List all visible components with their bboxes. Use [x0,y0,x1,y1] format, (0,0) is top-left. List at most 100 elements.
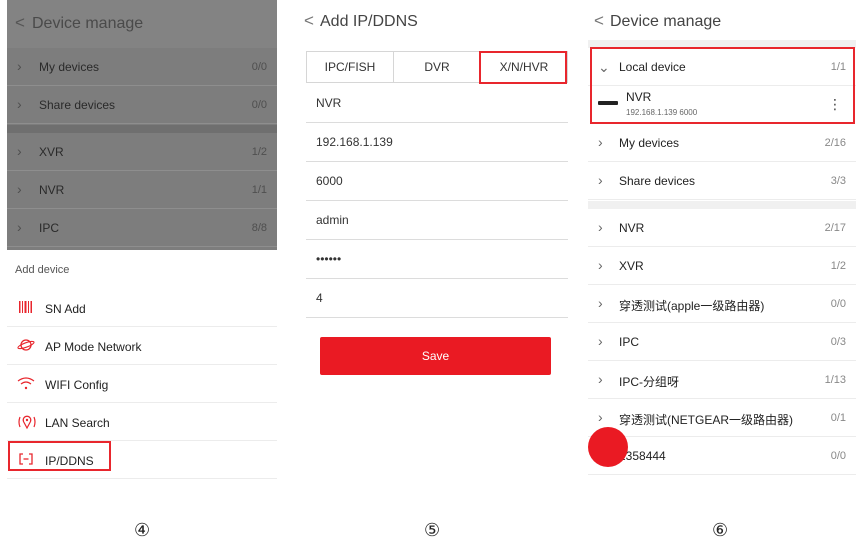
wifi-icon [17,376,35,392]
sn-add-option[interactable]: SN Add [7,289,277,327]
tab-ipc-fish[interactable]: IPC/FISH [307,52,394,82]
option-label: AP Mode Network [45,340,142,354]
chevron-right-icon: › [598,333,603,349]
location-icon [17,414,36,430]
group-count: 1/13 [824,374,846,386]
group-row-penetration-test-netgear[interactable]: › 穿透测试(NETGEAR一级路由器) 0/1 [588,399,856,437]
group-row-share-devices[interactable]: › Share devices 0/0 [7,86,277,124]
group-count: 1/1 [251,184,267,196]
group-label: IPC [39,221,60,235]
group-count: 2/17 [824,222,846,234]
group-count: 2/16 [824,137,846,149]
chevron-right-icon: › [598,219,603,235]
group-label: Share devices [619,174,696,188]
page-title: Add IP/DDNS [320,13,418,30]
planet-icon [17,338,35,354]
group-row-ipc[interactable]: › IPC 0/3 [588,323,856,361]
highlight-box [8,441,111,471]
group-row-ipc-group[interactable]: › IPC-分组呀 1/13 [588,361,856,399]
chevron-right-icon: › [598,134,603,150]
step-caption-5: ⑤ [424,520,441,540]
chevron-right-icon: › [17,96,22,112]
group-count: 0/1 [830,412,846,424]
group-row-penetration-test-apple[interactable]: › 穿透测试(apple一级路由器) 0/0 [588,285,856,323]
back-icon[interactable]: < [594,11,604,31]
step-caption-4: ④ [134,520,151,540]
highlight-box [479,51,567,84]
group-row-share-devices[interactable]: › Share devices 3/3 [588,162,856,200]
channel-count-field[interactable]: 4 [306,279,568,318]
chevron-right-icon: › [17,143,22,159]
device-manage-panel-add-sheet: < Device manage › My devices 0/0 › Share… [7,0,277,500]
group-label: My devices [39,60,100,74]
password-field[interactable]: •••••• [306,240,568,279]
group-row-nvr[interactable]: › NVR 1/1 [7,171,277,209]
add-device-sheet-title: Add device [15,264,70,276]
group-label: 穿透测试(NETGEAR一级路由器) [619,413,794,427]
add-ip-ddns-panel: < Add IP/DDNS IPC/FISH DVR X/N/HVR NVR 1… [298,0,568,500]
field-value: •••••• [316,252,342,266]
wifi-config-option[interactable]: WIFI Config [7,365,277,403]
group-label: My devices [619,136,680,150]
chevron-right-icon: › [17,219,22,235]
group-row-xvr[interactable]: › XVR 1/2 [588,247,856,285]
group-count: 0/0 [830,450,846,462]
field-value: admin [316,213,349,227]
group-label: IPC-分组呀 [619,375,680,389]
group-row-ipc[interactable]: › IPC 8/8 [7,209,277,247]
group-label: XVR [39,145,64,159]
floating-action-button[interactable] [588,427,628,467]
field-value: 192.168.1.139 [316,135,393,149]
page-title: Device manage [610,13,722,30]
header: < Device manage [7,0,277,48]
group-count: 1/2 [830,260,846,272]
group-count: 8/8 [251,222,267,234]
group-label: NVR [619,221,645,235]
field-value: 6000 [316,174,343,188]
group-row-2358444[interactable]: › 2358444 0/0 [588,437,856,475]
tab-dvr[interactable]: DVR [394,52,481,82]
step-caption-6: ⑥ [712,520,729,540]
section-gap [588,201,856,209]
option-label: WIFI Config [45,378,109,392]
username-field[interactable]: admin [306,201,568,240]
device-manage-panel-list: < Device manage ⌄ Local device 1/1 NVR 1… [588,0,856,500]
back-icon[interactable]: < [304,11,314,31]
group-label: XVR [619,259,644,273]
group-label: IPC [619,335,640,349]
device-name-field[interactable]: NVR [306,84,568,123]
group-label: NVR [39,183,65,197]
chevron-right-icon: › [17,181,22,197]
group-row-my-devices[interactable]: › My devices 2/16 [588,124,856,162]
lan-search-option[interactable]: LAN Search [7,403,277,441]
highlight-box [590,47,855,124]
ap-mode-option[interactable]: AP Mode Network [7,327,277,365]
group-count: 0/0 [830,298,846,310]
group-count: 1/2 [251,146,267,158]
back-icon[interactable]: < [15,13,25,33]
section-gap [7,125,277,133]
group-count: 0/0 [251,99,267,111]
group-label: 穿透测试(apple一级路由器) [619,299,765,313]
option-label: LAN Search [45,416,110,430]
group-label: Share devices [39,98,116,112]
group-row-nvr[interactable]: › NVR 2/17 [588,209,856,247]
barcode-icon [17,300,35,316]
ip-address-field[interactable]: 192.168.1.139 [306,123,568,162]
option-label: SN Add [45,302,86,316]
group-count: 0/0 [251,61,267,73]
chevron-right-icon: › [17,58,22,74]
group-count: 3/3 [830,175,846,187]
field-value: NVR [316,96,342,110]
chevron-right-icon: › [598,295,603,311]
chevron-right-icon: › [598,371,603,387]
port-field[interactable]: 6000 [306,162,568,201]
group-row-my-devices[interactable]: › My devices 0/0 [7,48,277,86]
group-row-xvr[interactable]: › XVR 1/2 [7,133,277,171]
page-title: Device manage [32,15,144,32]
save-button[interactable]: Save [320,337,551,375]
chevron-right-icon: › [598,172,603,188]
chevron-right-icon: › [598,257,603,273]
chevron-right-icon: › [598,409,603,425]
field-value: 4 [316,291,323,305]
